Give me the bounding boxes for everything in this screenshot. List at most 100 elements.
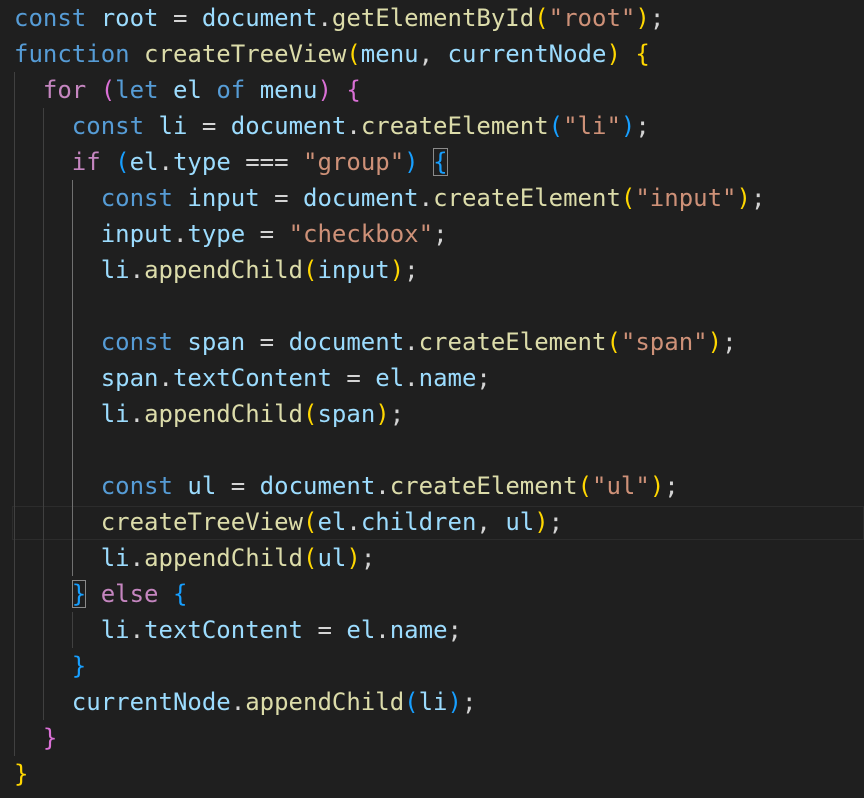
code-line[interactable]: li.textContent = el.name; [0,612,864,648]
code-token: ; [750,184,766,212]
bracket-token: { [635,40,650,68]
string-token: "ul" [592,472,650,500]
keyword-token: const [100,328,173,356]
identifier-token: menu [360,40,419,68]
identifier-token: input [317,256,390,284]
code-line[interactable]: li.appendChild(input); [0,252,864,288]
identifier-token: el [129,148,159,176]
code-line[interactable]: for (let el of menu) { [0,72,864,108]
bracket-token: { [172,580,188,608]
identifier-token: el [375,364,405,392]
code-token: ; [476,364,491,392]
bracket-token: ( [346,40,361,68]
code-line[interactable]: } else { [0,576,864,612]
code-token: , [418,40,448,68]
function-token: createTreeView [100,508,303,536]
code-line[interactable]: const input = document.createElement("in… [0,180,864,216]
code-line[interactable]: } [0,648,864,684]
code-token: ; [389,400,405,428]
code-line[interactable]: if (el.type === "group") { [0,144,864,180]
code-token: . [375,472,390,500]
bracket-token: ) [620,112,636,140]
identifier-token: ul [317,544,347,572]
code-token: . [129,616,145,644]
keyword-token: if [71,148,101,176]
keyword-token: const [71,112,145,140]
identifier-token: span [317,400,376,428]
code-line[interactable] [0,432,864,468]
identifier-token: li [100,544,130,572]
code-line[interactable]: span.textContent = el.name; [0,360,864,396]
code-line[interactable] [0,288,864,324]
function-token: getElementById [331,4,535,32]
code-token: . [418,184,434,212]
bracket-token: { [433,148,448,176]
code-token: ; [722,328,737,356]
code-token: ; [360,544,376,572]
bracket-token: ) [447,688,462,716]
code-token: . [129,256,145,284]
identifier-token: document [230,112,347,140]
code-token: = [158,4,202,32]
code-token: . [230,688,246,716]
identifier-token: name [389,616,448,644]
code-line[interactable]: const span = document.createElement("spa… [0,324,864,360]
code-token: . [346,112,361,140]
code-line[interactable]: function createTreeView(menu, currentNod… [0,36,864,72]
code-line[interactable]: const li = document.createElement("li"); [0,108,864,144]
string-token: "li" [563,112,621,140]
code-line[interactable]: input.type = "checkbox"; [0,216,864,252]
bracket-token: } [71,580,87,608]
code-line[interactable]: li.appendChild(ul); [0,540,864,576]
code-line[interactable]: } [0,720,864,756]
keyword-token: of [216,76,246,104]
code-token: ; [433,220,448,248]
code-line[interactable]: const ul = document.createElement("ul"); [0,468,864,504]
identifier-token: currentNode [447,40,607,68]
bracket-token: ( [303,400,318,428]
code-token: . [317,4,332,32]
code-token: ; [548,508,564,536]
code-token: = [216,472,260,500]
code-token: . [375,616,390,644]
code-editor[interactable]: const root = document.getElementById("ro… [0,0,864,798]
identifier-token: root [100,4,159,32]
function-token: createElement [433,184,621,212]
code-token: ; [664,472,679,500]
function-token: createTreeView [144,40,347,68]
identifier-token: input [100,220,173,248]
bracket-token: ) [649,472,665,500]
code-line[interactable]: li.appendChild(span); [0,396,864,432]
code-line[interactable]: const root = document.getElementById("ro… [0,0,864,36]
code-token: . [129,400,145,428]
identifier-token: document [201,4,318,32]
bracket-token: } [42,724,58,752]
identifier-token: el [346,616,376,644]
code-line[interactable]: createTreeView(el.children, ul); [0,504,864,540]
code-line[interactable]: currentNode.appendChild(li); [0,684,864,720]
identifier-token: ul [187,472,217,500]
bracket-token: ) [389,256,405,284]
code-token: . [346,508,361,536]
code-token: ; [461,688,477,716]
identifier-token: li [100,616,130,644]
code-token: = [303,616,347,644]
keyword-token: else [100,580,159,608]
bracket-token: { [346,76,361,104]
identifier-token: textContent [144,616,304,644]
function-token: createElement [418,328,607,356]
code-line[interactable]: } [0,756,864,792]
identifier-token: el [317,508,347,536]
